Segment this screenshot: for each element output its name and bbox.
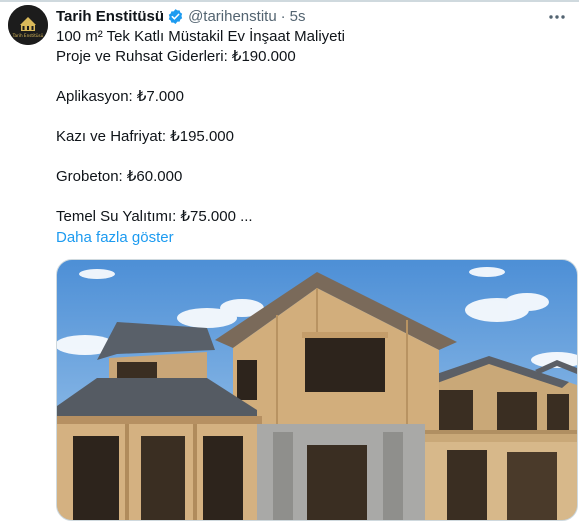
separator-dot: · [280, 7, 286, 25]
previous-tweet-edge [0, 0, 579, 2]
avatar-text: Tarih Enstitüsü [12, 33, 44, 38]
avatar-logo: Tarih Enstitüsü [8, 5, 48, 45]
tweet-line-aplikasyon: Aplikasyon: ₺7.000 [56, 88, 184, 105]
tweet-line-proje: Proje ve Ruhsat Giderleri: ₺190.000 [56, 48, 296, 65]
tweet-image[interactable] [56, 259, 578, 521]
author-name[interactable]: Tarih Enstitüsü [56, 8, 164, 25]
tweet-text: 100 m² Tek Katlı Müstakil Ev İnşaat Mali… [56, 27, 556, 227]
show-more-link[interactable]: Daha fazla göster [56, 228, 174, 248]
tweet-header: Tarih Enstitüsü @tarihenstitu · 5s [56, 5, 306, 27]
tweet-line-break [56, 67, 556, 87]
avatar[interactable]: Tarih Enstitüsü [8, 5, 48, 45]
tweet-time[interactable]: 5s [290, 8, 306, 25]
tweet-line-title: 100 m² Tek Katlı Müstakil Ev İnşaat Mali… [56, 28, 345, 45]
tweet-line-grobeton: Grobeton: ₺60.000 [56, 168, 183, 185]
tweet-line-temel: Temel Su Yalıtımı: ₺75.000 ... [56, 208, 253, 225]
more-options-icon[interactable] [547, 7, 567, 27]
tweet-line-break [56, 147, 556, 167]
house-construction-image [57, 260, 577, 520]
tweet-line-break [56, 107, 556, 127]
tweet-line-break [56, 187, 556, 207]
tweet-line-kazi: Kazı ve Hafriyat: ₺195.000 [56, 128, 234, 145]
author-handle[interactable]: @tarihenstitu [188, 8, 277, 25]
verified-badge-icon[interactable] [167, 8, 184, 25]
